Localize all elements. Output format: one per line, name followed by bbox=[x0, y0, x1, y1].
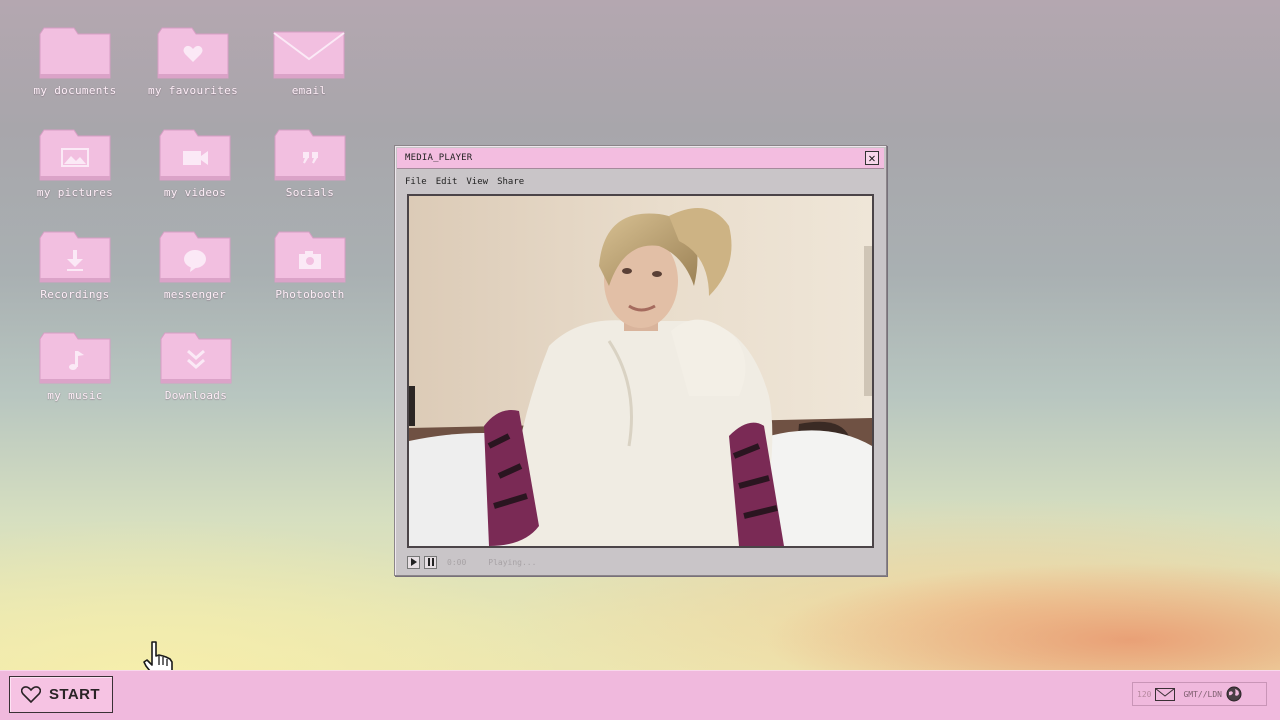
window-titlebar[interactable]: MEDIA_PLAYER ✕ bbox=[397, 148, 884, 169]
menu-file[interactable]: File bbox=[405, 177, 427, 187]
desktop-icon-label: Recordings bbox=[40, 288, 110, 301]
desktop-icon-label: Photobooth bbox=[275, 288, 345, 301]
menu-view[interactable]: View bbox=[466, 177, 488, 187]
desktop-icon-socials[interactable]: Socials bbox=[254, 128, 366, 199]
start-button[interactable]: START bbox=[9, 676, 113, 713]
pause-button[interactable] bbox=[424, 555, 437, 569]
quote-folder-icon bbox=[273, 128, 347, 182]
pause-icon bbox=[427, 558, 434, 566]
desktop-icon-my-videos[interactable]: my videos bbox=[139, 128, 251, 199]
desktop-icon-label: my favourites bbox=[148, 84, 238, 97]
video-viewer[interactable] bbox=[407, 194, 874, 548]
window-title: MEDIA_PLAYER bbox=[405, 153, 473, 163]
desktop-icon-label: my videos bbox=[163, 186, 227, 199]
picture-folder-icon bbox=[38, 128, 112, 182]
desktop-icon-my-documents[interactable]: my documents bbox=[19, 26, 131, 97]
desktop-icon-messenger[interactable]: messenger bbox=[139, 230, 251, 301]
desktop-icon-my-favourites[interactable]: my favourites bbox=[137, 26, 249, 97]
download-arrow-folder-icon bbox=[38, 230, 112, 284]
desktop-icon-label: my pictures bbox=[36, 186, 114, 199]
desktop-icon-email[interactable]: email bbox=[253, 26, 365, 97]
desktop-icon-downloads[interactable]: Downloads bbox=[140, 331, 252, 402]
envelope-icon[interactable] bbox=[1155, 687, 1176, 701]
heart-icon bbox=[21, 686, 41, 703]
start-label: START bbox=[49, 686, 100, 703]
envelope-icon bbox=[272, 26, 346, 80]
desktop-icon-my-music[interactable]: my music bbox=[19, 331, 131, 402]
play-button[interactable] bbox=[407, 555, 420, 569]
playback-controls: 0:00 Playing... bbox=[407, 555, 536, 569]
desktop-icon-label: Socials bbox=[285, 186, 335, 199]
double-chevron-down-folder-icon bbox=[159, 331, 233, 385]
desktop-icon-label: messenger bbox=[163, 288, 227, 301]
desktop-icon-label: my music bbox=[47, 389, 103, 402]
media-player-window[interactable]: MEDIA_PLAYER ✕ File Edit View Share 0:00… bbox=[394, 145, 887, 576]
desktop-icon-label: Downloads bbox=[164, 389, 228, 402]
camera-folder-icon bbox=[273, 230, 347, 284]
video-folder-icon bbox=[158, 128, 232, 182]
menu-share[interactable]: Share bbox=[497, 177, 524, 187]
playback-status: Playing... bbox=[488, 557, 537, 567]
chat-bubble-folder-icon bbox=[158, 230, 232, 284]
globe-icon[interactable] bbox=[1226, 686, 1242, 702]
folder-icon bbox=[38, 26, 112, 80]
playback-time: 0:00 bbox=[447, 557, 467, 567]
timezone-clock: GMT//LDN bbox=[1183, 689, 1222, 699]
taskbar: START 120 GMT//LDN bbox=[0, 670, 1280, 720]
play-icon bbox=[410, 558, 417, 566]
close-button[interactable]: ✕ bbox=[865, 151, 879, 165]
menu-edit[interactable]: Edit bbox=[436, 177, 458, 187]
desktop-icon-recordings[interactable]: Recordings bbox=[19, 230, 131, 301]
music-note-folder-icon bbox=[38, 331, 112, 385]
desktop-icon-label: my documents bbox=[33, 84, 117, 97]
desktop-icon-my-pictures[interactable]: my pictures bbox=[19, 128, 131, 199]
system-tray: 120 GMT//LDN bbox=[1132, 682, 1267, 706]
desktop-icon-label: email bbox=[291, 84, 327, 97]
video-frame-image bbox=[409, 196, 872, 546]
heart-folder-icon bbox=[156, 26, 230, 80]
notification-count: 120 bbox=[1137, 689, 1152, 699]
close-icon: ✕ bbox=[868, 151, 876, 165]
menu-bar: File Edit View Share bbox=[405, 177, 524, 187]
desktop-icon-photobooth[interactable]: Photobooth bbox=[254, 230, 366, 301]
